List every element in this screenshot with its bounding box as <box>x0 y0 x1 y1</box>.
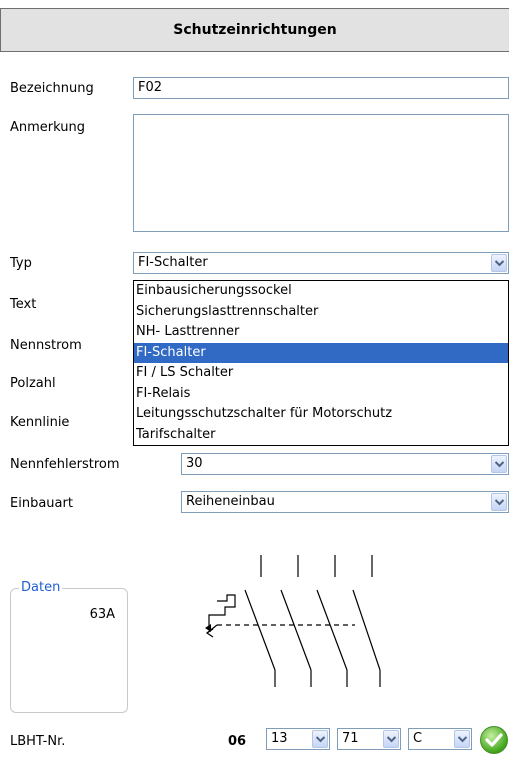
typ-option[interactable]: Einbausicherungssockel <box>134 281 508 302</box>
einbauart-value: Reiheneinbau <box>186 494 275 509</box>
typ-label: Typ <box>10 256 32 271</box>
check-icon <box>485 733 503 747</box>
chevron-down-icon[interactable] <box>491 493 507 511</box>
bezeichnung-input[interactable]: F02 <box>133 77 509 99</box>
lbht-select-1[interactable]: 13 <box>266 728 330 750</box>
text-label: Text <box>10 297 37 312</box>
anmerkung-label: Anmerkung <box>10 120 85 135</box>
typ-option[interactable]: Sicherungslasttrennschalter <box>134 302 508 323</box>
typ-select[interactable]: FI-Schalter <box>133 252 509 274</box>
lbht-select-3[interactable]: C <box>408 728 472 750</box>
typ-option[interactable]: FI-Relais <box>134 384 508 405</box>
confirm-button[interactable] <box>480 726 508 754</box>
lbht-select-3-value: C <box>413 731 423 746</box>
lbht-label: LBHT-Nr. <box>10 734 66 749</box>
chevron-down-icon[interactable] <box>491 254 507 272</box>
chevron-down-icon[interactable] <box>454 730 470 748</box>
nennfehlerstrom-value: 30 <box>186 456 203 471</box>
chevron-down-icon[interactable] <box>312 730 328 748</box>
typ-option[interactable]: Leitungsschutzschalter für Motorschutz <box>134 404 508 425</box>
typ-option[interactable]: FI / LS Schalter <box>134 363 508 384</box>
lbht-prefix: 06 <box>228 734 247 749</box>
kennlinie-label: Kennlinie <box>10 415 70 430</box>
polzahl-label: Polzahl <box>10 376 56 391</box>
lbht-select-2-value: 71 <box>342 731 359 746</box>
anmerkung-textarea[interactable] <box>133 114 509 232</box>
nennstrom-label: Nennstrom <box>10 338 82 353</box>
daten-value: 63A <box>89 607 115 622</box>
dialog-header: Schutzeinrichtungen <box>0 8 509 52</box>
bezeichnung-label: Bezeichnung <box>10 81 94 96</box>
typ-dropdown-list[interactable]: Einbausicherungssockel Sicherungslasttre… <box>133 280 509 446</box>
einbauart-label: Einbauart <box>10 496 73 511</box>
chevron-down-icon[interactable] <box>383 730 399 748</box>
nennfehlerstrom-label: Nennfehlerstrom <box>10 457 120 472</box>
chevron-down-icon[interactable] <box>491 455 507 473</box>
daten-groupbox: Daten 63A <box>10 580 128 713</box>
dialog-title: Schutzeinrichtungen <box>173 22 337 38</box>
lbht-select-2[interactable]: 71 <box>337 728 401 750</box>
typ-option[interactable]: NH- Lasttrenner <box>134 322 508 343</box>
typ-select-value: FI-Schalter <box>138 255 208 270</box>
nennfehlerstrom-select[interactable]: 30 <box>181 453 509 475</box>
typ-option-selected[interactable]: FI-Schalter <box>134 342 508 363</box>
fi-schalter-symbol <box>205 555 381 687</box>
einbauart-select[interactable]: Reiheneinbau <box>181 491 509 513</box>
daten-title: Daten <box>19 580 63 595</box>
lbht-select-1-value: 13 <box>271 731 288 746</box>
typ-option[interactable]: Tarifschalter <box>134 425 508 446</box>
